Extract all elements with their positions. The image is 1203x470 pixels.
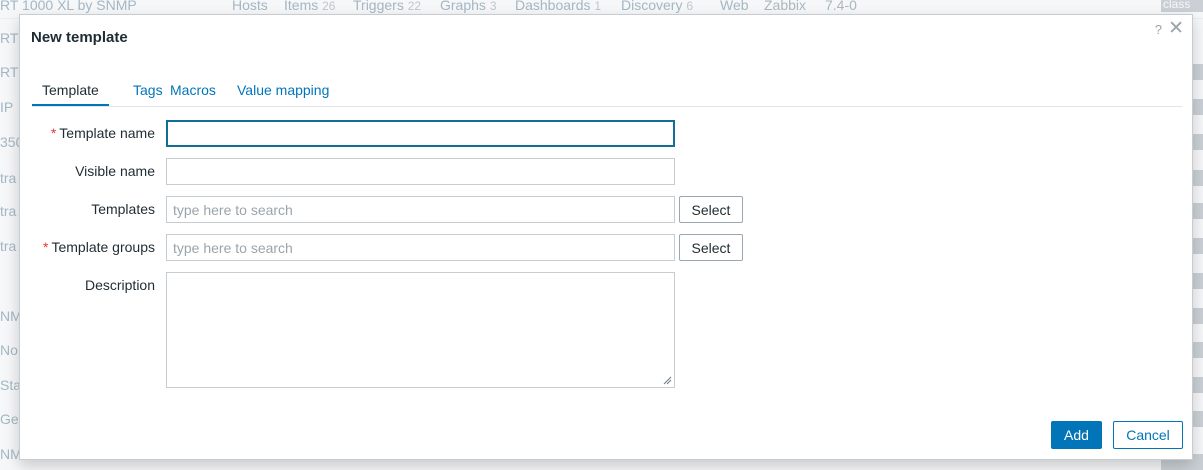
tab-value-mapping[interactable]: Value mapping: [237, 82, 329, 104]
required-marker: *: [43, 239, 49, 255]
tab-macros[interactable]: Macros: [170, 82, 216, 104]
tab-template[interactable]: Template: [32, 82, 109, 106]
resize-grip-icon[interactable]: [663, 376, 672, 385]
dialog-title: New template: [31, 29, 128, 46]
templates-label: Templates: [91, 201, 155, 217]
description-label: Description: [84, 277, 155, 293]
template-groups-label: * Template groups: [43, 239, 155, 255]
tab-bar: Template Tags Macros Value mapping: [32, 77, 1182, 107]
cancel-button[interactable]: Cancel: [1113, 421, 1183, 449]
tab-tags[interactable]: Tags: [133, 82, 163, 104]
template-groups-select-button[interactable]: Select: [679, 234, 743, 261]
template-name-label: * Template name: [50, 125, 155, 141]
help-icon[interactable]: ?: [1155, 22, 1162, 37]
description-textarea[interactable]: [166, 272, 675, 388]
visible-name-input[interactable]: [166, 158, 675, 185]
templates-search-input[interactable]: [166, 196, 675, 223]
new-template-dialog: New template ? ✕ Template Tags Macros Va…: [19, 14, 1193, 460]
template-groups-search-input[interactable]: [166, 234, 675, 261]
required-marker: *: [50, 125, 57, 141]
visible-name-label: Visible name: [75, 163, 155, 179]
templates-select-button[interactable]: Select: [679, 196, 743, 223]
close-icon[interactable]: ✕: [1168, 19, 1184, 39]
template-name-input[interactable]: [166, 120, 675, 147]
add-button[interactable]: Add: [1051, 421, 1102, 449]
